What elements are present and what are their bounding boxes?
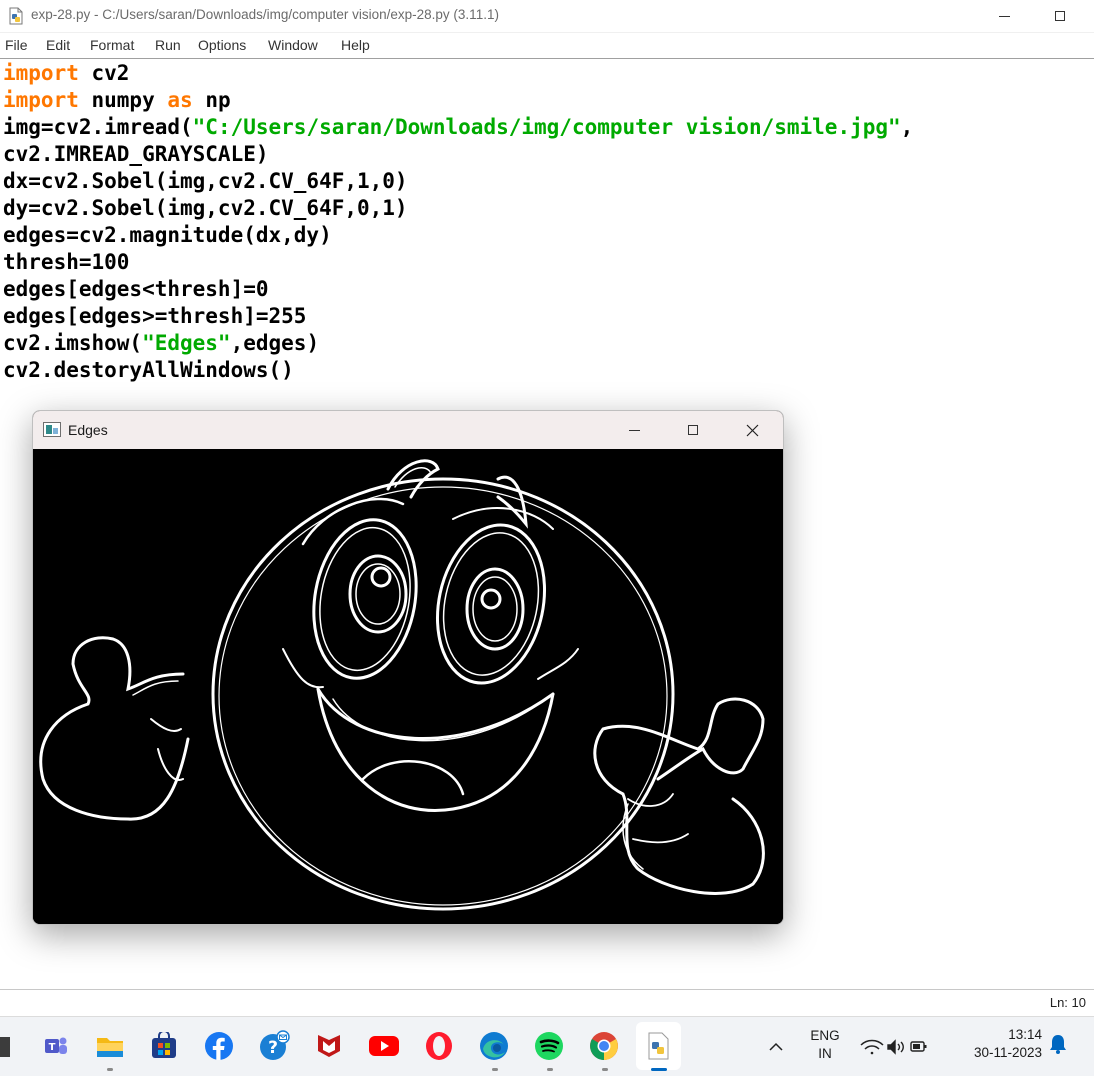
quick-settings-button[interactable] (858, 1031, 928, 1063)
edge-running-indicator (492, 1068, 498, 1071)
opera-icon[interactable] (423, 1030, 455, 1062)
minimize-icon (628, 429, 640, 431)
title-bar: exp-28.py - C:/Users/saran/Downloads/img… (0, 0, 1094, 33)
code-line: img=cv2.imread("C:/Users/saran/Downloads… (3, 114, 1083, 141)
chevron-up-icon (769, 1042, 783, 1051)
clock-time: 13:14 (1008, 1027, 1042, 1042)
code-token: img=cv2.imread( (3, 115, 193, 139)
start-edge (0, 1037, 10, 1057)
edges-minimize-button[interactable] (611, 411, 657, 449)
edges-image (33, 449, 783, 924)
menu-file[interactable]: File (5, 37, 28, 53)
language-indicator[interactable]: ENG IN (806, 1028, 844, 1061)
menu-options[interactable]: Options (198, 37, 246, 53)
code-line: cv2.destoryAllWindows() (3, 357, 1083, 384)
code-token: , (900, 115, 914, 139)
file-explorer-icon[interactable] (94, 1030, 126, 1062)
region-label: IN (818, 1046, 832, 1061)
code-token: cv2 (78, 61, 130, 85)
code-token: edges[edges<thresh]=0 (3, 277, 269, 301)
code-token: cv2.imshow( (3, 331, 143, 355)
edges-window: Edges (32, 410, 784, 925)
edges-maximize-button[interactable] (670, 411, 716, 449)
teams-icon[interactable]: T (40, 1030, 72, 1062)
code-string: "Edges" (142, 331, 231, 355)
battery-icon (910, 1041, 927, 1052)
microsoft-store-icon[interactable] (148, 1030, 180, 1062)
code-line: dy=cv2.Sobel(img,cv2.CV_64F,0,1) (3, 195, 1083, 222)
code-line: cv2.IMREAD_GRAYSCALE) (3, 141, 1083, 168)
idle-active-indicator (651, 1068, 667, 1071)
bell-icon (1050, 1035, 1066, 1054)
maximize-button[interactable] (1037, 0, 1083, 32)
code-line: import cv2 (3, 60, 1083, 87)
menu-bar: File Edit Format Run Options Window Help (0, 33, 1094, 59)
code-line: edges[edges>=thresh]=255 (3, 303, 1083, 330)
code-token: ,edges) (230, 331, 320, 355)
code-token: edges[edges>=thresh]=255 (3, 304, 307, 328)
code-token: thresh=100 (3, 250, 130, 274)
maximize-icon (688, 425, 698, 435)
edge-icon[interactable] (478, 1030, 510, 1062)
youtube-icon[interactable] (368, 1030, 400, 1062)
menu-edit[interactable]: Edit (46, 37, 70, 53)
edges-close-button[interactable] (729, 411, 775, 449)
line-number-indicator: Ln: 10 (1049, 995, 1086, 1010)
mcafee-icon[interactable] (313, 1030, 345, 1062)
code-token: cv2.destoryAllWindows() (3, 358, 294, 382)
code-editor[interactable]: import cv2 import numpy as np img=cv2.imre… (3, 60, 1083, 384)
code-line: import numpy as np (3, 87, 1083, 114)
show-hidden-icons-button[interactable] (760, 1031, 792, 1063)
taskbar: T ? ENG IN 13:14 30-11-2023 (0, 1016, 1094, 1076)
svg-text:?: ? (268, 1038, 278, 1058)
get-help-icon[interactable]: ? (258, 1030, 290, 1062)
menu-run[interactable]: Run (155, 37, 181, 53)
minimize-button[interactable] (981, 0, 1027, 32)
code-line: thresh=100 (3, 249, 1083, 276)
language-label: ENG (810, 1028, 840, 1043)
code-line: edges=cv2.magnitude(dx,dy) (3, 222, 1083, 249)
code-token: edges=cv2.magnitude(dx,dy) (3, 223, 332, 247)
code-token: numpy (78, 88, 168, 112)
code-line: edges[edges<thresh]=0 (3, 276, 1083, 303)
code-keyword: as (167, 88, 193, 112)
menu-format[interactable]: Format (90, 37, 134, 53)
python-idle-icon[interactable] (643, 1030, 675, 1062)
chrome-icon[interactable] (588, 1030, 620, 1062)
opencv-window-icon (43, 422, 61, 441)
window-title: exp-28.py - C:/Users/saran/Downloads/img… (31, 7, 499, 22)
status-bar: Ln: 10 (0, 989, 1094, 1016)
python-file-icon (7, 7, 25, 25)
close-icon (746, 424, 758, 436)
code-keyword: import (3, 88, 79, 112)
code-token: np (192, 88, 231, 112)
menu-help[interactable]: Help (341, 37, 370, 53)
code-string: "C:/Users/saran/Downloads/img/computer v… (192, 115, 901, 139)
code-token: dx=cv2.Sobel(img,cv2.CV_64F,1,0) (3, 169, 408, 193)
code-line: cv2.imshow("Edges",edges) (3, 330, 1083, 357)
svg-text:T: T (49, 1042, 56, 1053)
volume-icon (887, 1039, 904, 1055)
code-token: dy=cv2.Sobel(img,cv2.CV_64F,0,1) (3, 196, 408, 220)
notifications-button[interactable] (1046, 1032, 1070, 1056)
clock-date: 30-11-2023 (973, 1045, 1042, 1060)
code-keyword: import (3, 61, 79, 85)
minimize-icon (998, 15, 1010, 17)
edges-window-title: Edges (68, 422, 108, 438)
wifi-icon (860, 1039, 884, 1055)
code-line: dx=cv2.Sobel(img,cv2.CV_64F,1,0) (3, 168, 1083, 195)
spotify-running-indicator (547, 1068, 553, 1071)
edges-title-bar: Edges (33, 411, 783, 449)
spotify-icon[interactable] (533, 1030, 565, 1062)
explorer-running-indicator (107, 1068, 113, 1071)
facebook-icon[interactable] (203, 1030, 235, 1062)
maximize-icon (1055, 11, 1065, 21)
chrome-running-indicator (602, 1068, 608, 1071)
menu-window[interactable]: Window (268, 37, 318, 53)
clock[interactable]: 13:14 30-11-2023 (960, 1027, 1042, 1060)
code-token: cv2.IMREAD_GRAYSCALE) (3, 142, 269, 166)
